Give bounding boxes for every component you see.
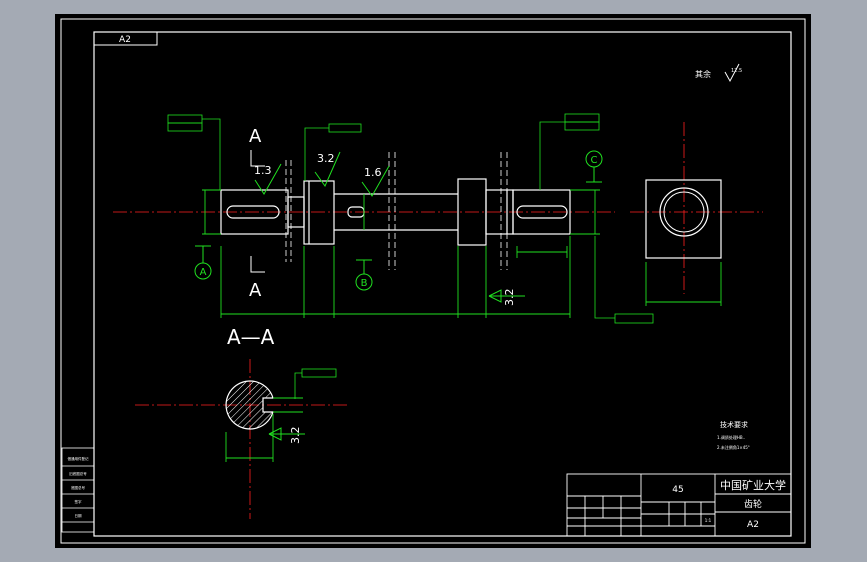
school-name: 中国矿业大学 <box>720 478 786 492</box>
stamp-row-3: 底图总号 <box>71 485 85 490</box>
section-title: A—A <box>227 325 275 349</box>
sheet-size: A2 <box>747 520 759 530</box>
roughness-note-label: 其余 <box>695 69 711 79</box>
roughness-3: 1.6 <box>364 166 382 179</box>
material: 45 <box>672 485 683 495</box>
scale-value: 1:1 <box>705 518 712 523</box>
roughness-section: 3.2 <box>289 427 302 445</box>
stamp-row-4: 签字 <box>75 499 82 504</box>
datum-a: A <box>200 267 207 278</box>
tech-line-1: 1.调质处理HB.. <box>717 434 745 440</box>
datum-b: B <box>361 278 368 289</box>
roughness-symbols <box>254 151 525 441</box>
outer-border <box>60 18 806 544</box>
break-lines <box>285 152 508 270</box>
section-label-bottom: A <box>249 280 262 301</box>
section-view <box>135 359 347 519</box>
roughness-note-value: 12.5 <box>731 68 742 74</box>
cad-window-background: A2 其余 12.5 1.3 3.2 1.6 3.2 A B C A A A—A… <box>0 0 867 562</box>
inner-border <box>93 31 792 537</box>
part-name: 齿轮 <box>744 498 762 510</box>
roughness-2: 3.2 <box>317 152 335 165</box>
dimension-lines <box>202 189 600 318</box>
stamp-row-1: 借通用件登记 <box>68 456 89 461</box>
tech-line-2: 2.未注倒角1×45° <box>717 444 750 450</box>
drawing-canvas[interactable]: A2 其余 12.5 1.3 3.2 1.6 3.2 A B C A A A—A… <box>55 14 811 548</box>
stamp-row-2: 旧底图总号 <box>69 471 87 476</box>
stamp-row-5: 日期 <box>75 513 82 518</box>
end-view <box>630 122 763 306</box>
datum-c: C <box>591 155 598 166</box>
section-label-top: A <box>249 126 262 147</box>
tech-title: 技术要求 <box>720 420 748 429</box>
format-tag: A2 <box>119 35 131 45</box>
engineering-drawing: A2 其余 12.5 1.3 3.2 1.6 3.2 A B C A A A—A… <box>60 18 806 544</box>
tolerance-frames <box>167 113 654 399</box>
roughness-4: 3.2 <box>503 289 516 307</box>
